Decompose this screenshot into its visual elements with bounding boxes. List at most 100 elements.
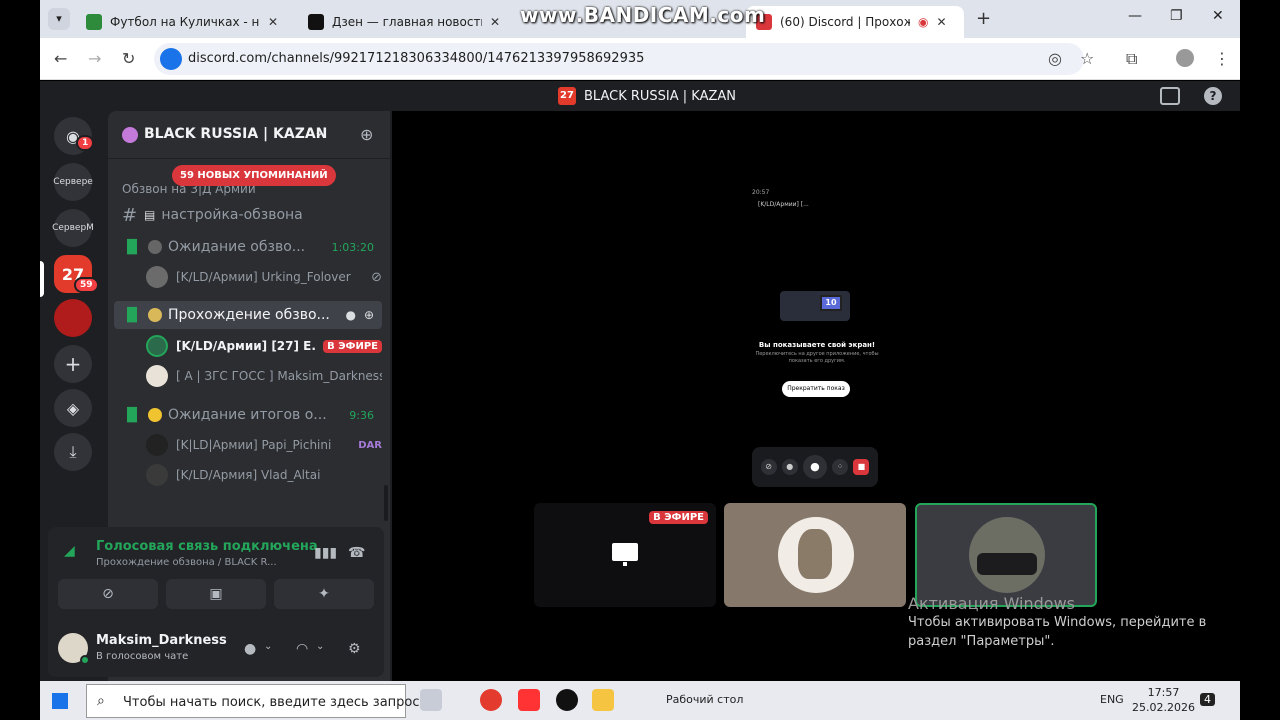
server-servere[interactable]: Сервере [53,163,93,201]
clock[interactable]: 17:57 25.02.2026 [1132,685,1195,715]
download-icon[interactable]: ⤓ [54,433,92,471]
eye-off-icon[interactable]: ◎ [1048,49,1062,68]
close-icon[interactable]: ✕ [936,15,946,29]
voice-user[interactable]: [ А | ЗГС ГОСС ] Maksim_Darkness [146,364,382,388]
settings-gear-icon[interactable]: ⚙ [348,641,361,657]
chevron-down-icon: ⌄ [314,125,325,139]
chevron-down-icon[interactable]: ⌄ [316,641,324,652]
my-status: В голосовом чате [96,651,189,662]
close-window-button[interactable]: ✕ [1212,8,1224,24]
voice-user[interactable]: [K/LD/Армии] Urking_Folover ⊘ [146,265,382,289]
participant-tile-speaking[interactable] [915,503,1097,607]
minimize-button[interactable]: — [1128,8,1142,24]
microphone-icon[interactable]: ● [802,455,827,479]
new-mentions-banner[interactable]: 59 НОВЫХ УПОМИНАНИЙ [172,165,336,186]
channel-text-settings[interactable]: # ▤ настройка-обзвона [114,201,382,229]
close-icon[interactable]: ✕ [268,15,278,29]
dzen-favicon-icon [308,14,324,30]
windows-start-icon[interactable] [52,693,68,709]
voice-channel-link[interactable]: Прохождение обзвона / BLACK R... [96,557,277,568]
windows-activation-notice: Активация Windows Чтобы активировать Win… [908,594,1207,649]
invite-user-icon[interactable]: ⊕ [360,125,373,144]
scrollbar[interactable] [384,485,388,521]
file-explorer-icon[interactable] [592,689,614,711]
bookmark-star-icon[interactable]: ☆ [1080,49,1094,68]
document-icon: ▤ [144,208,156,222]
yandex-icon[interactable] [518,689,540,711]
new-tab-button[interactable]: + [976,8,991,29]
microphone-icon[interactable]: ● [244,641,256,657]
voice-speaker-icon: ▐▌ [122,239,142,255]
server-header[interactable]: BLACK RUSSIA | KAZAN ⌄ ⊕ [108,111,390,159]
taskbar: ⌕ Чтобы начать поиск, введите здесь запр… [40,681,1240,720]
back-button[interactable]: ← [54,49,67,68]
participant-tile[interactable] [724,503,906,607]
live-badge: В ЭФИРЕ [323,339,382,353]
chat-bubble-icon[interactable]: ● [345,308,355,322]
extensions-icon[interactable]: ⧉ [1126,49,1137,69]
desktop-label[interactable]: Рабочий стол [666,693,743,706]
restore-button[interactable]: ❐ [1170,8,1183,24]
server-red-emblem[interactable] [54,299,92,337]
notification-count[interactable]: 4 [1200,693,1215,706]
tab-football[interactable]: Футбол на Куличках - новости ✕ [76,6,288,38]
emoji-icon [148,240,162,254]
channel-voice-waiting[interactable]: ▐▌ Ожидание обзво... 1:03:20 [114,233,382,261]
disconnect-icon[interactable]: ☎ [348,545,365,561]
profile-avatar[interactable] [1176,49,1194,67]
tab-discord[interactable]: (60) Discord | Прохожд ◉ ✕ [746,6,964,38]
server-serverm[interactable]: СерверМ [52,209,94,247]
call-control-bar: ⊘ ● ● ⁘ ■ [752,447,878,487]
channel-voice-passing[interactable]: ▐▌ Прохождение обзво... ● ⊕ [114,301,382,329]
noise-suppression-icon[interactable]: ▮▮▮ [314,545,337,561]
mention-badge: 59 [74,277,99,293]
address-bar[interactable]: discord.com/channels/992171218306334800/… [154,43,1084,75]
participant-tile-stream[interactable]: В ЭФИРЕ [534,503,716,607]
bandicam-icon[interactable] [556,689,578,711]
camera-off-button[interactable]: ⊘ [58,579,158,609]
user-panel: Maksim_Darkness В голосовом чате ● ⌄ ◠ ⌄… [58,629,378,669]
discover-icon[interactable]: ◈ [54,389,92,427]
voice-user[interactable]: [K|LD|Армии] Papi_Pichini DAR [146,433,382,457]
chevron-down-icon[interactable]: ⌄ [264,641,272,652]
voice-speaker-icon: ▐▌ [122,407,142,423]
discord-titlebar: 27 BLACK RUSSIA | KAZAN ? [40,81,1240,111]
user-tag: DAR [358,439,382,451]
channel-voice-results[interactable]: ▐▌ Ожидание итогов о... 9:36 [114,401,382,429]
language-indicator[interactable]: ENG [1100,693,1124,706]
forward-button[interactable]: → [88,49,101,68]
activities-button[interactable]: ✦ [274,579,374,609]
close-icon[interactable]: ✕ [490,15,500,29]
stop-sharing-button[interactable]: Прекратить показ [782,381,850,397]
tab-dzen[interactable]: Дзен — главная новостная ин ✕ [298,6,510,38]
my-username[interactable]: Maksim_Darkness [96,633,227,648]
dm-badge: 1 [76,135,95,151]
site-info-icon[interactable] [160,48,182,70]
screen-share-button[interactable]: ▣ [166,579,266,609]
chat-icon[interactable]: ● [781,459,798,475]
inbox-icon[interactable] [1160,87,1180,105]
menu-icon[interactable]: ⋮ [1214,49,1230,68]
stop-stream-icon[interactable]: ■ [853,459,870,475]
server-boost-icon [122,127,138,143]
avatar [146,434,168,456]
screen-share-illustration: 10 [780,291,850,321]
bandicam-watermark: www.BANDICAM.com [520,3,766,27]
chrome-icon[interactable] [480,689,502,711]
reload-button[interactable]: ↻ [122,49,135,68]
taskbar-search[interactable]: ⌕ Чтобы начать поиск, введите здесь запр… [86,684,420,718]
voice-status[interactable]: Голосовая связь подключена [96,539,318,554]
tab-search-button[interactable]: ▾ [48,8,70,30]
voice-user[interactable]: [K/LD/Армия] Vlad_Altai [146,463,382,487]
invite-user-icon[interactable]: ⊕ [364,308,374,322]
help-icon[interactable]: ? [1204,87,1222,105]
add-server-icon[interactable]: + [54,345,92,383]
camera-off-icon[interactable]: ⊘ [760,459,777,475]
hash-icon: # [122,204,138,226]
task-view-icon[interactable] [420,689,442,711]
avatar [146,335,168,357]
emoji-icon [148,408,162,422]
grid-icon[interactable]: ⁘ [832,459,849,475]
headphones-icon[interactable]: ◠ [296,641,308,657]
voice-user[interactable]: [K/LD/Армии] [27] E... В ЭФИРЕ [146,334,382,358]
